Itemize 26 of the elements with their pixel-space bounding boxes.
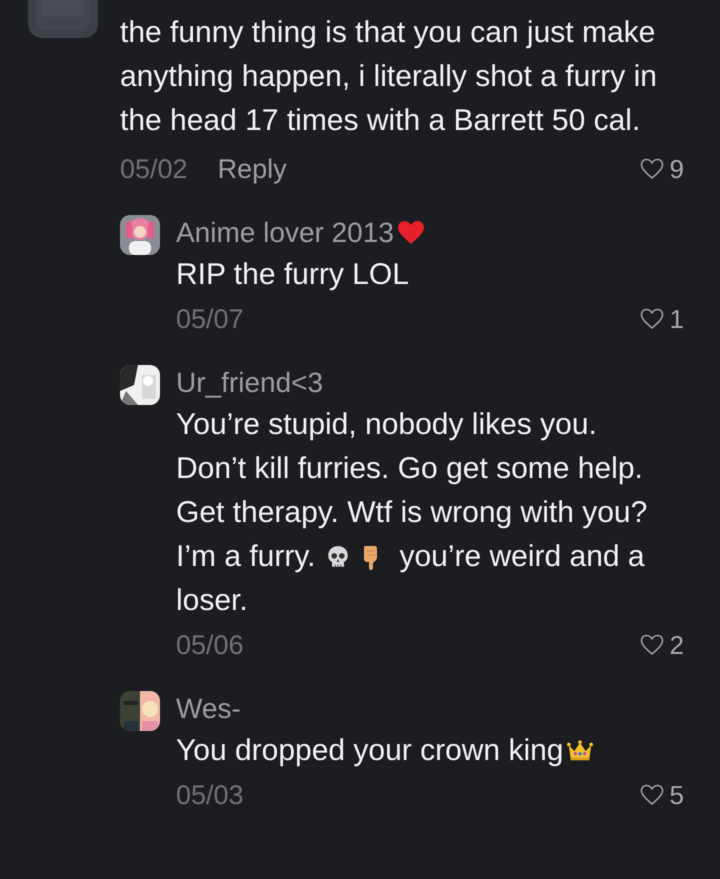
reply-text: Get therapy. Wtf is wrong with you? <box>176 495 648 531</box>
comment-text: the funny thing is that you can just make anything happen, i literally shot a furry in the head 17 times with a Barrett 50 cal. <box>120 15 658 139</box>
reply-text: I’m a furry. <box>176 539 316 575</box>
user-name: Ur_friend<3 <box>176 366 324 400</box>
like-count: 9 <box>670 156 684 182</box>
comment-date: 05/02 <box>120 154 188 184</box>
reply-text: loser. <box>176 583 248 619</box>
like-icon[interactable] <box>640 784 664 806</box>
reply-link[interactable]: Reply <box>218 154 287 184</box>
reply-text: You dropped your crown king <box>176 733 564 769</box>
reply-date: 05/06 <box>176 630 244 660</box>
reply-text: RIP the furry LOL <box>176 257 409 293</box>
reply-text: you’re weird and a <box>399 539 645 575</box>
reply-date: 05/07 <box>176 304 244 334</box>
like-icon[interactable] <box>640 634 664 656</box>
reply-text: You’re stupid, nobody likes you. <box>176 407 597 443</box>
like-count: 1 <box>670 306 684 332</box>
like-icon[interactable] <box>640 158 664 180</box>
user-name: Wes- <box>176 692 241 726</box>
reply-date: 05/03 <box>176 780 244 810</box>
heart-icon <box>398 220 424 246</box>
like-count: 5 <box>670 782 684 808</box>
reply-text: Don’t kill furries. Go get some help. <box>176 451 643 487</box>
like-count: 2 <box>670 632 684 658</box>
user-name: Anime lover 2013 <box>176 216 394 250</box>
like-icon[interactable] <box>640 308 664 330</box>
